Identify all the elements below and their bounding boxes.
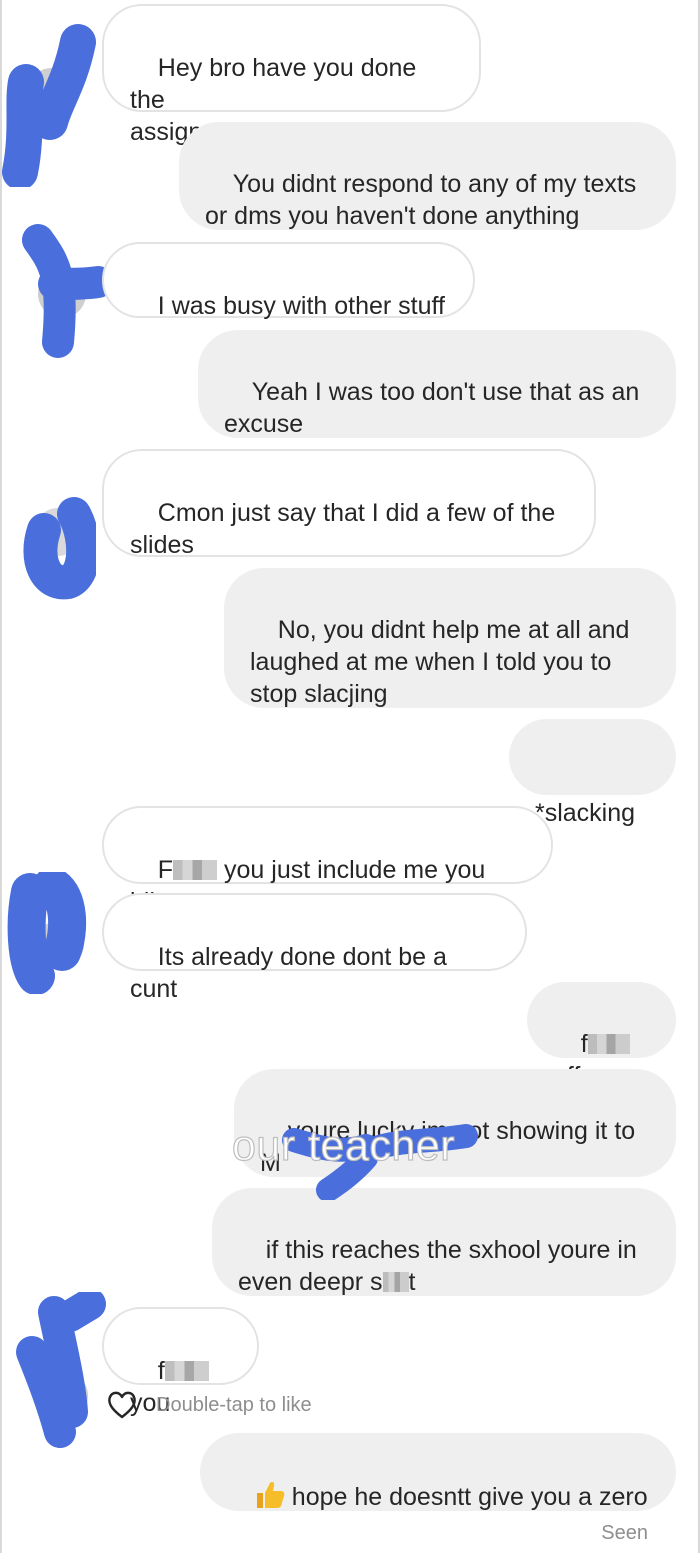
message-text: Yeah I was too don't use that as an excu… [224,378,640,438]
message-bubble[interactable]: Its already done dont be a cunt [102,893,527,1003]
heart-icon[interactable] [106,1390,138,1420]
message-text: f [580,1030,588,1058]
message-bubble[interactable]: Hey bro have you done the assignment [102,4,481,146]
message-bubble[interactable]: Yeah I was too don't use that as an excu… [198,330,676,438]
message-bubble[interactable]: f you [102,1307,259,1417]
message-bubble[interactable]: f off [527,982,676,1090]
message-bubble[interactable]: F you just include me you idio [102,806,553,916]
message-text: Its already done dont be a cunt [130,943,454,1003]
chat-screen: Hey bro have you done the assignment You… [0,0,700,1553]
left-border [0,0,2,1553]
message-text: *slacking [535,799,636,827]
message-bubble[interactable]: I was busy with other stuff [102,242,475,320]
avatar[interactable] [4,872,88,994]
message-bubble[interactable]: No, you didnt help me at all and laughed… [224,568,676,708]
message-bubble[interactable]: hope he doesntt give you a zero [200,1433,676,1511]
like-hint-row[interactable]: Double-tap to like [106,1390,312,1420]
message-text: even deepr s [238,1268,383,1296]
message-text: Cmon just say that I did a few of the sl… [130,499,556,559]
like-hint: Double-tap to like [156,1393,312,1416]
overlay-caption: our teacher [231,1121,456,1170]
avatar[interactable] [10,1292,106,1448]
thumbs-up-icon [256,1482,285,1508]
censor-blur [173,860,218,880]
message-text: if this reaches the sxhool youre in [265,1236,637,1264]
avatar[interactable] [16,490,96,600]
message-text: You didnt respond to any of my texts or … [205,170,637,230]
avatar[interactable] [14,222,110,362]
message-text: I was busy with other stuff [157,292,445,320]
message-text: f [157,1357,165,1385]
censor-blur [164,1361,209,1381]
message-text: No, you didnt help me at all and laughed… [250,616,630,708]
message-text: F [157,856,174,884]
censor-blur [587,1034,630,1054]
avatar[interactable] [0,22,100,187]
message-bubble[interactable]: You didnt respond to any of my texts or … [179,122,676,230]
message-bubble[interactable]: Cmon just say that I did a few of the sl… [102,449,596,559]
message-text: hope he doesntt give you a zero [291,1483,648,1511]
message-bubble[interactable]: *slacking [509,719,676,827]
seen-status: Seen [601,1522,648,1544]
censor-blur [382,1272,409,1292]
message-text: t [408,1268,416,1296]
message-bubble[interactable]: if this reaches the sxhool youre in even … [212,1188,676,1296]
